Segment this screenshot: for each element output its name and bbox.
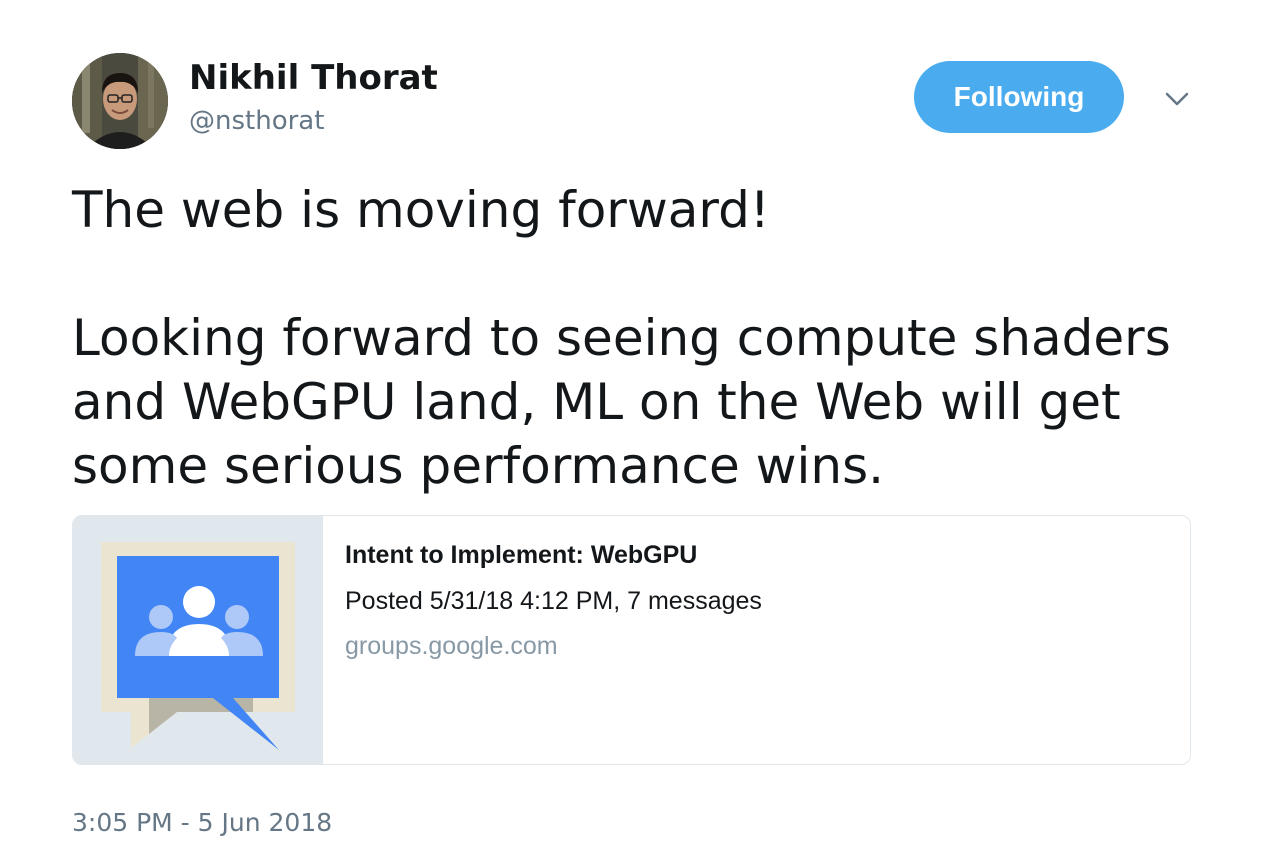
chevron-down-icon[interactable] (1160, 86, 1194, 114)
tweet-line: some serious performance wins. (72, 437, 885, 495)
profile-photo-icon (72, 53, 168, 149)
author-handle[interactable]: @nsthorat (189, 106, 324, 136)
following-button[interactable]: Following (914, 61, 1124, 133)
google-groups-icon (73, 516, 323, 764)
tweet-line: The web is moving forward! (72, 181, 770, 239)
card-thumbnail (73, 516, 323, 764)
tweet: Nikhil Thorat @nsthorat Following The we… (0, 0, 1265, 860)
tweet-text: The web is moving forward! Looking forwa… (72, 178, 1192, 498)
card-title: Intent to Implement: WebGPU (345, 541, 698, 569)
link-card[interactable]: Intent to Implement: WebGPU Posted 5/31/… (72, 515, 1191, 765)
avatar[interactable] (72, 53, 168, 149)
tweet-line: and WebGPU land, ML on the Web will get (72, 373, 1121, 431)
tweet-line: Looking forward to seeing compute shader… (72, 309, 1171, 367)
card-domain: groups.google.com (345, 632, 558, 660)
card-description: Posted 5/31/18 4:12 PM, 7 messages (345, 587, 762, 615)
author-name[interactable]: Nikhil Thorat (189, 58, 438, 98)
tweet-timestamp[interactable]: 3:05 PM - 5 Jun 2018 (72, 808, 332, 837)
